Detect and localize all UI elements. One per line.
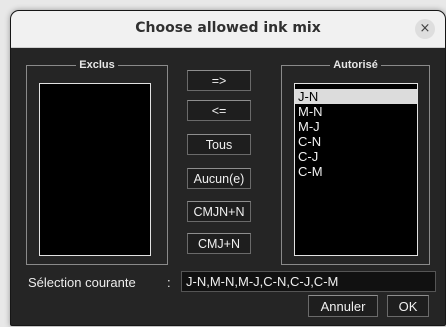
excluded-legend: Exclus	[76, 59, 118, 71]
cancel-button[interactable]: Annuler	[308, 295, 378, 317]
move-left-button[interactable]: <=	[187, 100, 251, 121]
allowed-list-item[interactable]: C-M	[295, 164, 417, 179]
move-right-button[interactable]: =>	[187, 70, 251, 91]
title-bar: Choose allowed ink mix ×	[11, 11, 445, 48]
allowed-list-item[interactable]: J-N	[295, 89, 417, 104]
allowed-list-item[interactable]: C-N	[295, 134, 417, 149]
select-all-button[interactable]: Tous	[187, 134, 251, 155]
close-button[interactable]: ×	[415, 19, 435, 39]
close-icon: ×	[419, 21, 431, 36]
current-selection-separator: :	[167, 275, 171, 290]
allowed-list[interactable]: J-N M-N M-J C-N C-J C-M	[294, 83, 418, 256]
ink-mix-dialog: Choose allowed ink mix × Exclus => <= To…	[10, 10, 446, 326]
excluded-list[interactable]	[39, 83, 151, 256]
ok-button[interactable]: OK	[387, 295, 429, 317]
cmjn-n-button[interactable]: CMJN+N	[187, 201, 251, 222]
allowed-list-item[interactable]: C-J	[295, 149, 417, 164]
allowed-list-item[interactable]: M-J	[295, 119, 417, 134]
select-none-button[interactable]: Aucun(e)	[187, 168, 251, 189]
allowed-legend: Autorisé	[330, 59, 381, 71]
current-selection-label: Sélection courante	[28, 275, 136, 290]
current-selection-field[interactable]: J-N,M-N,M-J,C-N,C-J,C-M	[181, 271, 436, 292]
allowed-list-item[interactable]: M-N	[295, 104, 417, 119]
allowed-group: Autorisé J-N M-N M-J C-N C-J C-M	[281, 59, 430, 265]
dialog-title: Choose allowed ink mix	[135, 20, 321, 36]
excluded-group: Exclus	[26, 59, 168, 265]
cmj-n-button[interactable]: CMJ+N	[187, 233, 251, 254]
